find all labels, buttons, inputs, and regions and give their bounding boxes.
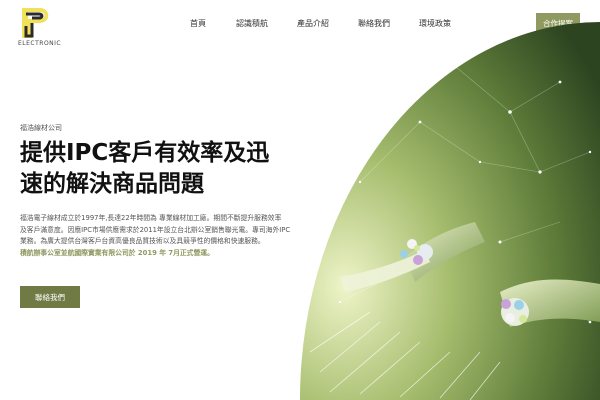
- body-line-3: 業務。為廣大提供台灣客戶台資高優良品質技術以及具競爭性的價格和快速服務。: [20, 237, 265, 245]
- main-nav: 首頁 認識積航 產品介紹 聯絡我們 環境政策: [190, 18, 480, 29]
- headline-line-2: 速的解決商品問題: [20, 171, 204, 197]
- contact-us-button[interactable]: 聯絡我們: [20, 286, 80, 308]
- nav-item-about[interactable]: 認識積航: [236, 18, 268, 29]
- nav-item-products[interactable]: 產品介紹: [297, 18, 329, 29]
- hero-body: 福浩電子線材成立於1997年,長達22年時間為 專業線材加工廠。期間不斷提升服務…: [20, 213, 292, 259]
- hero-image: [300, 22, 600, 400]
- nav-item-environment[interactable]: 環境政策: [419, 18, 451, 29]
- hero-subtitle: 福浩線材公司: [20, 124, 62, 132]
- headline-line-1: 提供IPC客戶有效率及迅: [20, 140, 270, 166]
- body-line-2: 及客戶滿意度。因應IPC市場供應需求於2011年設立台北辦公室銷售聯光電。專司海…: [20, 225, 291, 234]
- brand-name: ELECTRONIC: [18, 40, 62, 47]
- hero-headline: 提供IPC客戶有效率及迅 速的解決商品問題: [20, 138, 290, 200]
- logo[interactable]: ELECTRONIC: [18, 6, 68, 47]
- nav-item-home[interactable]: 首頁: [190, 18, 206, 29]
- body-highlight-line: 積航辦事公室並航國際實業有限公司於 2019 年 7月正式營運。: [20, 248, 214, 257]
- body-line-1: 福浩電子線材成立於1997年,長達22年時間為 專業線材加工廠。期間不斷提升服務…: [20, 214, 282, 222]
- p-logo-icon: [22, 8, 49, 38]
- nav-item-contact[interactable]: 聯絡我們: [358, 18, 390, 29]
